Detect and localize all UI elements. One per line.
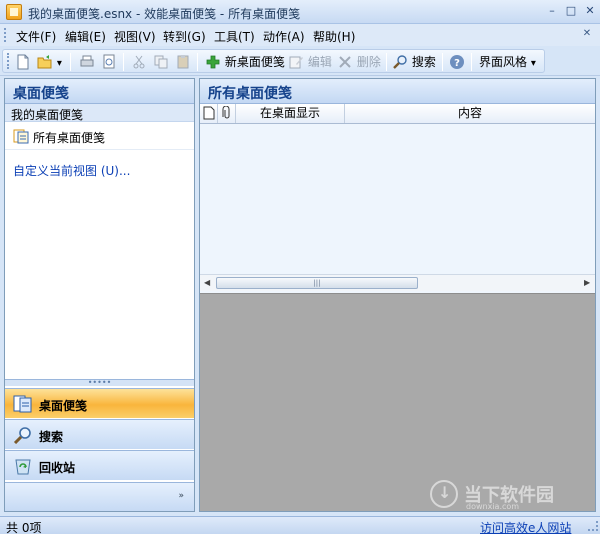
- open-dropdown-arrow[interactable]: ▾: [57, 58, 62, 69]
- scroll-right-icon[interactable]: ▶: [584, 278, 590, 287]
- menu-grip: [4, 28, 7, 42]
- menu-close-icon[interactable]: ✕: [580, 28, 594, 42]
- notes-pane-title: 所有桌面便笺: [200, 79, 595, 104]
- watermark-subtext: downxia.com: [466, 502, 520, 511]
- item-count: 共 0项: [6, 521, 42, 534]
- navigation-pane: 桌面便笺 我的桌面便笺 所有桌面便笺 自定义当前视图 (U)... ••••• …: [4, 78, 195, 512]
- folder-all-notes[interactable]: 所有桌面便笺: [5, 122, 194, 150]
- toolbar-separator: [442, 53, 443, 71]
- edit-note-label: 编辑: [307, 55, 332, 69]
- toolbar-grip: [7, 53, 10, 69]
- horizontal-scrollbar[interactable]: ◀ ||| ▶: [200, 274, 595, 291]
- title-bar: 我的桌面便笺.esnx - 效能桌面便笺 - 所有桌面便笺 – □ ✕: [0, 0, 600, 24]
- open-folder-button[interactable]: ▾: [37, 54, 62, 70]
- ui-style-arrow: ▾: [530, 58, 536, 69]
- svg-text:?: ?: [454, 58, 460, 69]
- help-icon: ?: [449, 54, 465, 70]
- customize-view-link[interactable]: 自定义当前视图 (U)...: [13, 162, 130, 179]
- resize-grip[interactable]: [588, 521, 598, 531]
- ui-style-label: 界面风格: [479, 55, 528, 69]
- website-link[interactable]: 访问高效e人网站: [480, 519, 571, 534]
- folder-all-notes-label: 所有桌面便笺: [33, 131, 106, 145]
- new-note-button[interactable]: 新桌面便笺: [205, 54, 285, 70]
- notes-grid-body[interactable]: [200, 124, 595, 274]
- toolbar-strip: ▾ 新桌面便笺 编辑 删除 搜索 ? 界面风格 ▾: [2, 49, 545, 73]
- download-arrow-icon: [430, 480, 458, 508]
- plus-icon: [205, 54, 221, 70]
- toolbar-separator: [123, 53, 124, 71]
- paste-button[interactable]: [175, 54, 191, 70]
- copy-icon: [153, 54, 169, 70]
- column-attachment[interactable]: [218, 104, 236, 123]
- nav-button-search[interactable]: 搜索: [5, 419, 194, 449]
- folder-group-label: 我的桌面便笺: [5, 104, 194, 122]
- nav-button-notes[interactable]: 桌面便笺: [5, 388, 194, 418]
- menu-bar: 文件(F) 编辑(E) 视图(V) 转到(G) 工具(T) 动作(A) 帮助(H…: [0, 24, 600, 46]
- menu-file[interactable]: 文件(F): [16, 28, 56, 45]
- nav-label-notes: 桌面便笺: [39, 399, 88, 413]
- search-label: 搜索: [411, 55, 436, 69]
- paste-icon: [175, 54, 191, 70]
- minimize-button[interactable]: –: [544, 4, 560, 18]
- column-show-on-desktop[interactable]: 在桌面显示: [236, 104, 345, 123]
- printer-icon: [79, 54, 95, 70]
- status-bar: 共 0项 访问高效e人网站: [0, 516, 600, 534]
- column-note-icon[interactable]: [200, 104, 218, 123]
- cut-button[interactable]: [131, 54, 147, 70]
- open-folder-icon: [37, 54, 53, 70]
- nav-label-recycle-bin: 回收站: [39, 461, 76, 475]
- menu-help[interactable]: 帮助(H): [313, 28, 355, 45]
- search-icon: [13, 426, 33, 445]
- print-preview-button[interactable]: [101, 54, 117, 70]
- new-document-icon: [15, 54, 31, 70]
- menu-goto[interactable]: 转到(G): [163, 28, 206, 45]
- menu-actions[interactable]: 动作(A): [263, 28, 305, 45]
- watermark-logo: 当下软件园 downxia.com: [430, 480, 580, 511]
- close-button[interactable]: ✕: [582, 4, 598, 18]
- scroll-left-icon[interactable]: ◀: [204, 278, 210, 287]
- notes-pane: 所有桌面便笺 在桌面显示 内容 ◀ ||| ▶ 当下软件园 downxia.co…: [199, 78, 596, 512]
- print-button[interactable]: [79, 54, 95, 70]
- edit-icon: [288, 54, 304, 70]
- toolbar-separator: [70, 53, 71, 71]
- delete-note-label: 删除: [356, 55, 381, 69]
- nav-configure-arrow[interactable]: »: [178, 491, 184, 501]
- toolbar-separator: [197, 53, 198, 71]
- notes-grid-header: 在桌面显示 内容: [200, 104, 595, 124]
- magnifier-icon: [392, 54, 408, 70]
- delete-note-button[interactable]: 删除: [337, 54, 381, 70]
- ui-style-dropdown[interactable]: 界面风格 ▾: [479, 54, 536, 70]
- new-document-button[interactable]: [15, 54, 31, 70]
- note-preview-area: 当下软件园 downxia.com: [200, 293, 595, 511]
- scissors-icon: [131, 54, 147, 70]
- toolbar-separator: [471, 53, 472, 71]
- nav-footer: »: [5, 482, 194, 511]
- navigation-pane-title: 桌面便笺: [5, 79, 194, 104]
- search-button[interactable]: 搜索: [392, 54, 436, 70]
- menu-view[interactable]: 视图(V): [114, 28, 156, 45]
- scroll-thumb[interactable]: |||: [216, 277, 418, 289]
- help-button[interactable]: ?: [449, 54, 465, 70]
- notes-folder-icon: [13, 128, 29, 144]
- pane-splitter[interactable]: •••••: [5, 379, 194, 387]
- recycle-bin-icon: [13, 457, 33, 475]
- edit-note-button[interactable]: 编辑: [288, 54, 332, 70]
- toolbar-separator: [386, 53, 387, 71]
- nav-button-recycle-bin[interactable]: 回收站: [5, 450, 194, 480]
- menu-tools[interactable]: 工具(T): [214, 28, 255, 45]
- new-note-label: 新桌面便笺: [224, 55, 285, 69]
- nav-label-search: 搜索: [39, 430, 64, 444]
- delete-x-icon: [337, 54, 353, 70]
- print-preview-icon: [101, 54, 117, 70]
- toolbar: ▾ 新桌面便笺 编辑 删除 搜索 ? 界面风格 ▾: [0, 46, 600, 76]
- app-icon: [6, 4, 22, 20]
- menu-edit[interactable]: 编辑(E): [65, 28, 106, 45]
- copy-button[interactable]: [153, 54, 169, 70]
- column-content[interactable]: 内容: [345, 104, 595, 123]
- notes-icon: [13, 395, 33, 413]
- window-title: 我的桌面便笺.esnx - 效能桌面便笺 - 所有桌面便笺: [28, 7, 301, 21]
- maximize-button[interactable]: □: [563, 4, 579, 18]
